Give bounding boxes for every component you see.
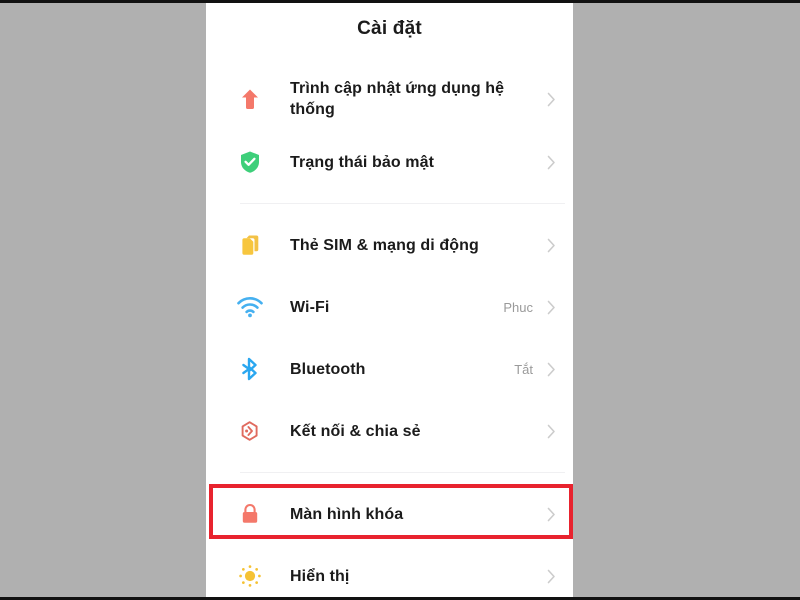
settings-row-security-status[interactable]: Trạng thái bảo mật	[206, 131, 573, 193]
settings-row-lock-screen[interactable]: Màn hình khóa	[206, 483, 573, 545]
chevron-right-icon	[545, 505, 557, 523]
security-shield-icon	[230, 142, 270, 182]
chevron-right-icon	[545, 298, 557, 316]
group-divider	[206, 462, 573, 483]
update-arrow-icon	[230, 79, 270, 119]
settings-row-label: Màn hình khóa	[290, 505, 404, 523]
settings-row-system-update[interactable]: Trình cập nhật ứng dụng hệ thống	[206, 67, 573, 131]
sim-card-icon	[230, 225, 270, 265]
settings-row-label: Bluetooth	[290, 360, 366, 378]
capture-top-edge	[0, 0, 800, 3]
settings-row-label: Thẻ SIM & mạng di động	[290, 236, 479, 254]
settings-row-wifi[interactable]: Wi-Fi Phuc	[206, 276, 573, 338]
bluetooth-icon	[230, 349, 270, 389]
chevron-right-icon	[545, 567, 557, 585]
settings-row-label: Trình cập nhật ứng dụng hệ thống	[290, 80, 505, 118]
chevron-right-icon	[545, 90, 557, 108]
settings-row-label: Trạng thái bảo mật	[290, 153, 435, 171]
settings-row-value: Tắt	[514, 361, 533, 377]
chevron-right-icon	[545, 360, 557, 378]
group-divider	[206, 193, 573, 214]
display-brightness-icon	[230, 556, 270, 596]
lock-screen-icon	[230, 494, 270, 534]
chevron-right-icon	[545, 236, 557, 254]
settings-row-label: Kết nối & chia sẻ	[290, 422, 421, 440]
wifi-icon	[230, 287, 270, 327]
settings-row-value: Phuc	[503, 299, 533, 315]
divider-line	[240, 472, 565, 473]
settings-row-display[interactable]: Hiển thị	[206, 545, 573, 600]
page-title: Cài đặt	[357, 18, 422, 39]
chevron-right-icon	[545, 153, 557, 171]
connection-sharing-icon	[230, 411, 270, 451]
settings-row-label: Hiển thị	[290, 567, 350, 585]
settings-row-label: Wi-Fi	[290, 298, 330, 316]
chevron-right-icon	[545, 422, 557, 440]
settings-list: Trình cập nhật ứng dụng hệ thống Trạng t…	[206, 67, 573, 600]
divider-line	[240, 203, 565, 204]
settings-row-bluetooth[interactable]: Bluetooth Tắt	[206, 338, 573, 400]
settings-row-sim-mobile-network[interactable]: Thẻ SIM & mạng di động	[206, 214, 573, 276]
settings-row-connection-sharing[interactable]: Kết nối & chia sẻ	[206, 400, 573, 462]
settings-screen: Cài đặt Trình cập nhật ứng dụng hệ thống	[206, 0, 573, 600]
